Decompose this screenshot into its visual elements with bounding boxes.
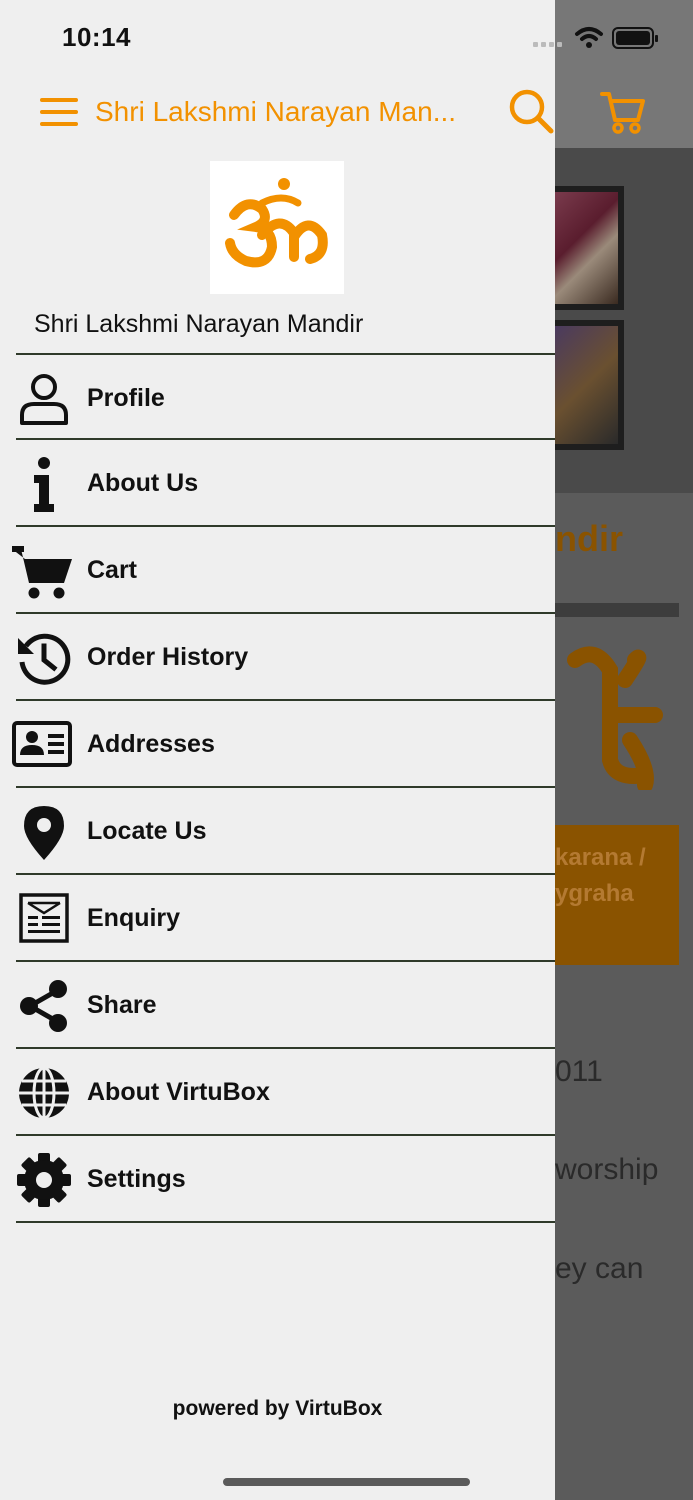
address-card-icon <box>12 721 72 767</box>
background-text: worship <box>555 1153 659 1186</box>
menu-label: Locate Us <box>87 817 207 845</box>
background-card-text: ygraha <box>555 880 634 907</box>
wifi-icon <box>575 27 603 48</box>
powered-by-footer[interactable]: powered by VirtuBox <box>0 1397 555 1421</box>
menu-divider <box>16 1221 555 1223</box>
om-icon <box>225 178 328 268</box>
menu-label: Share <box>87 991 157 1019</box>
menu-item-share[interactable]: Share <box>16 962 555 1049</box>
app-header: Shri Lakshmi Narayan Man... <box>0 78 693 148</box>
map-pin-icon <box>24 806 64 860</box>
app-title: Shri Lakshmi Narayan Man... <box>95 96 457 127</box>
menu-item-addresses[interactable]: Addresses <box>12 701 555 788</box>
background-title: ndir <box>555 518 623 559</box>
menu-label: Enquiry <box>87 904 181 932</box>
background-text: 011 <box>555 1055 603 1088</box>
menu-label: About Us <box>87 469 199 497</box>
enquiry-form-icon <box>19 893 69 943</box>
menu-label: Settings <box>87 1165 186 1193</box>
menu-item-settings[interactable]: Settings <box>16 1136 555 1223</box>
globe-icon <box>19 1066 69 1120</box>
gear-icon <box>17 1153 71 1207</box>
battery-icon <box>612 27 658 49</box>
banner-photo-frame <box>548 186 624 310</box>
menu-label: Cart <box>87 556 138 584</box>
menu-label: Addresses <box>87 730 215 758</box>
history-icon <box>18 633 71 685</box>
share-icon <box>20 980 67 1032</box>
menu-label: Profile <box>87 384 165 412</box>
background-divider <box>555 603 679 617</box>
background-text: ey can <box>555 1252 644 1285</box>
cart-icon <box>12 546 72 599</box>
menu-icon[interactable] <box>40 98 78 126</box>
user-icon <box>20 374 68 425</box>
menu-item-order-history[interactable]: Order History <box>16 614 555 701</box>
menu-item-about-virtubox[interactable]: About VirtuBox <box>16 1049 555 1136</box>
menu-label: About VirtuBox <box>87 1078 270 1106</box>
status-icons <box>533 27 658 49</box>
menu-item-enquiry[interactable]: Enquiry <box>16 875 555 962</box>
search-icon[interactable] <box>508 88 554 134</box>
temple-logo <box>210 161 344 294</box>
menu-item-locate-us[interactable]: Locate Us <box>16 788 555 875</box>
menu-item-cart[interactable]: Cart <box>12 527 555 614</box>
background-card-text: karana / <box>555 844 646 871</box>
banner-photo-frame <box>548 320 624 450</box>
swastika-icon <box>567 646 663 790</box>
home-indicator[interactable] <box>223 1478 470 1486</box>
status-time: 10:14 <box>62 22 131 52</box>
info-icon <box>34 457 54 512</box>
menu-item-about-us[interactable]: About Us <box>16 440 555 527</box>
temple-name: Shri Lakshmi Narayan Mandir <box>34 310 364 338</box>
cart-icon[interactable] <box>600 90 646 134</box>
signal-icon <box>533 42 562 47</box>
menu-label: Order History <box>87 643 249 671</box>
menu-item-profile[interactable]: Profile <box>16 355 555 442</box>
